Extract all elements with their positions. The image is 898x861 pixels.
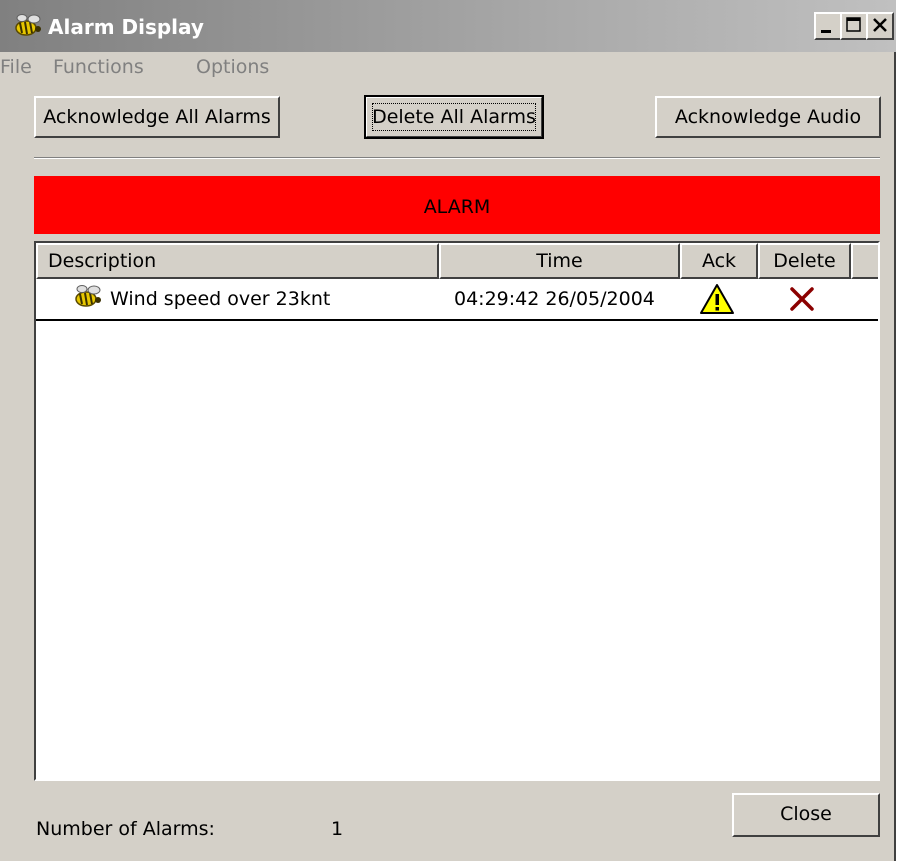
close-window-button[interactable] xyxy=(866,12,894,40)
bee-icon xyxy=(15,14,41,36)
alarm-count-value: 1 xyxy=(331,818,344,840)
acknowledge-audio-button[interactable]: Acknowledge Audio xyxy=(655,96,881,138)
maximize-button[interactable] xyxy=(840,12,868,40)
separator xyxy=(34,157,880,159)
acknowledge-all-alarms-button[interactable]: Acknowledge All Alarms xyxy=(34,96,280,138)
alarm-description: Wind speed over 23knt xyxy=(110,288,331,310)
delete-all-alarms-button[interactable]: Delete All Alarms xyxy=(364,95,544,139)
column-header-description[interactable]: Description xyxy=(36,243,439,279)
minimize-icon xyxy=(821,30,831,33)
table-row[interactable]: Wind speed over 23knt 04:29:42 26/05/200… xyxy=(36,279,878,321)
alarm-count-label: Number of Alarms: xyxy=(36,818,215,840)
alarm-display-window: Alarm Display File Functions Options Ack… xyxy=(0,0,896,861)
bee-icon xyxy=(75,285,101,307)
window-title: Alarm Display xyxy=(48,15,204,39)
close-button[interactable]: Close xyxy=(732,793,880,837)
close-icon xyxy=(873,18,887,32)
column-header-time[interactable]: Time xyxy=(439,243,680,279)
column-header-ack[interactable]: Ack xyxy=(680,243,758,279)
menu-file[interactable]: File xyxy=(0,56,32,78)
focus-rect xyxy=(372,103,536,131)
alarm-time: 04:29:42 26/05/2004 xyxy=(454,288,655,310)
alarm-status-banner: ALARM xyxy=(34,176,880,234)
column-header-filler xyxy=(851,243,878,279)
column-header-delete[interactable]: Delete xyxy=(758,243,851,279)
maximize-icon xyxy=(846,17,861,32)
alarm-list[interactable]: Description Time Ack Delete Wind speed o… xyxy=(34,241,880,781)
menu-options[interactable]: Options xyxy=(196,56,269,78)
minimize-button[interactable] xyxy=(814,12,842,40)
title-bar[interactable]: Alarm Display xyxy=(0,0,896,52)
delete-x-icon[interactable] xyxy=(788,286,816,312)
warning-icon[interactable] xyxy=(699,283,735,315)
menu-functions[interactable]: Functions xyxy=(53,56,144,78)
